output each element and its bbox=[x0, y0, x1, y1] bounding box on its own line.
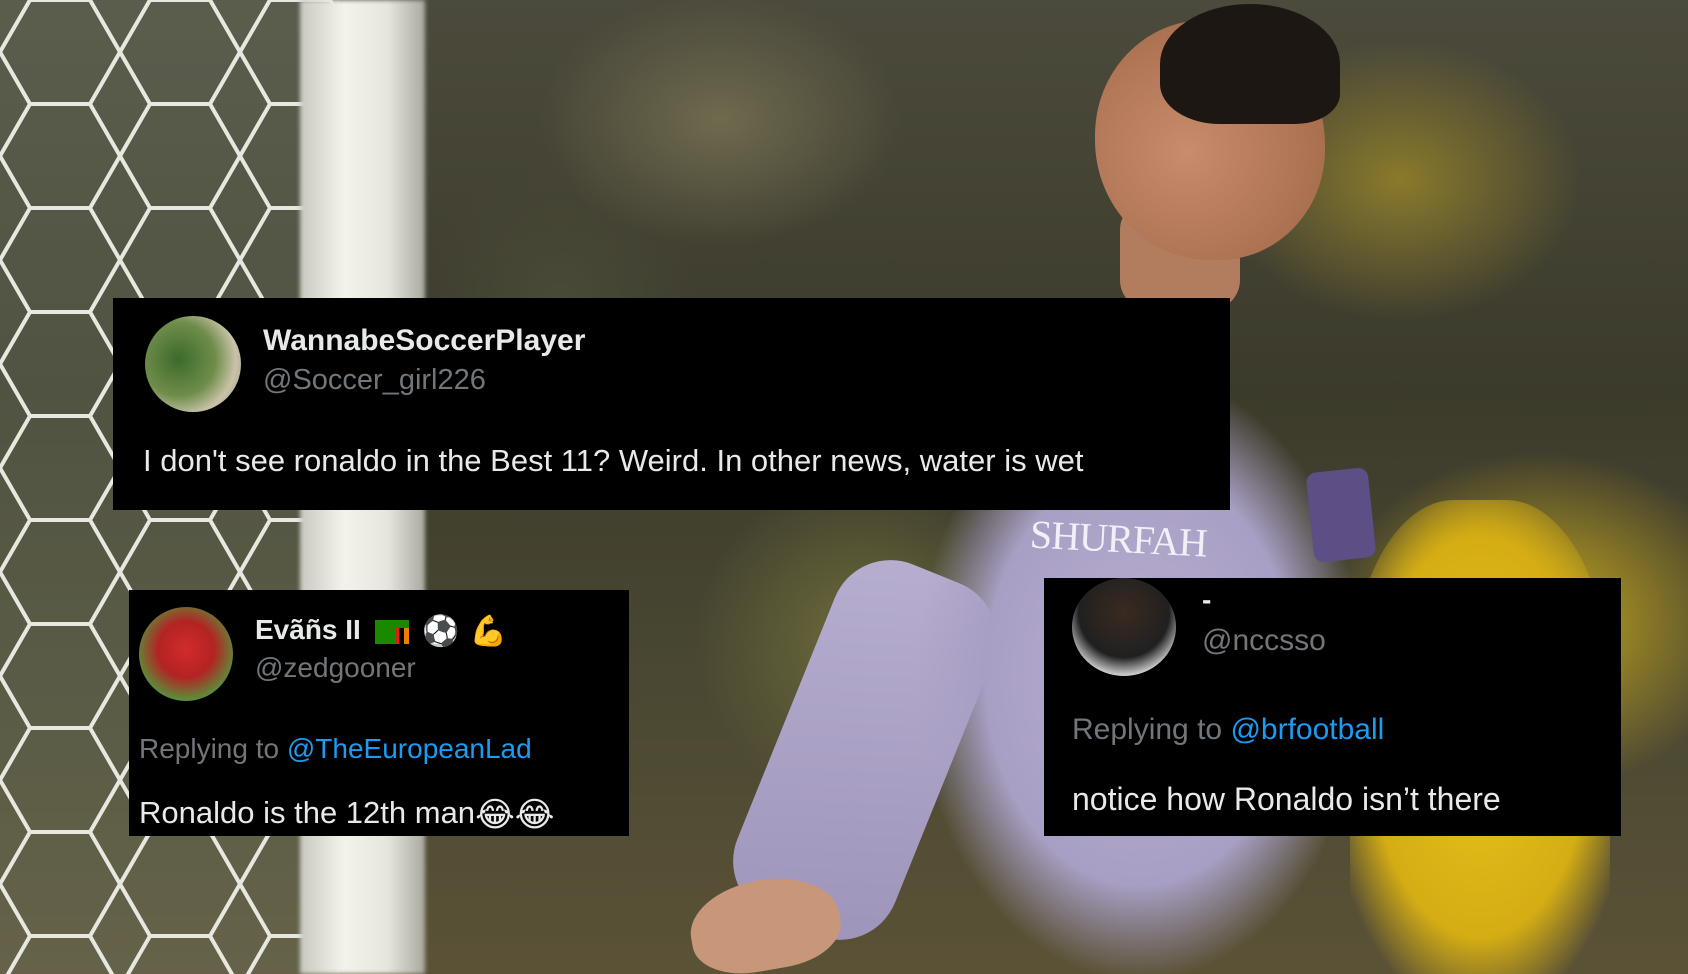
player-hair bbox=[1160, 4, 1340, 124]
tweet-card: - @nccsso Replying to @brfootball notice… bbox=[1044, 578, 1621, 836]
tweet-card: Evãñs II ⚽ 💪 @zedgooner Replying to @The… bbox=[129, 590, 629, 836]
flexed-biceps-icon: 💪 bbox=[469, 615, 507, 649]
shirt-sponsor-text: SHURFAH bbox=[1028, 511, 1208, 566]
tweet-text: I don't see ronaldo in the Best 11? Weir… bbox=[143, 443, 1084, 478]
avatar[interactable] bbox=[145, 316, 241, 412]
tweet-card: WannabeSoccerPlayer @Soccer_girl226 I do… bbox=[113, 298, 1230, 510]
display-name[interactable]: WannabeSoccerPlayer bbox=[263, 324, 585, 358]
reply-mention-link[interactable]: @TheEuropeanLad bbox=[287, 733, 532, 764]
display-name[interactable]: Evãñs II bbox=[255, 614, 361, 645]
avatar[interactable] bbox=[1072, 578, 1176, 676]
tweet-text-row: Ronaldo is the 12th man😂😂 bbox=[139, 795, 555, 835]
soccer-ball-icon: ⚽ bbox=[422, 615, 460, 649]
user-handle[interactable]: @Soccer_girl226 bbox=[263, 364, 486, 397]
reply-mention-link[interactable]: @brfootball bbox=[1230, 713, 1384, 746]
tears-of-joy-icon: 😂 bbox=[514, 796, 555, 834]
tweet-text: Ronaldo is the 12th man bbox=[139, 795, 476, 831]
reply-context: Replying to @TheEuropeanLad bbox=[139, 733, 532, 765]
avatar[interactable] bbox=[139, 607, 233, 701]
display-name[interactable]: - bbox=[1202, 584, 1211, 616]
sleeve-badge bbox=[1305, 467, 1377, 563]
tweet-text: notice how Ronaldo isn’t there bbox=[1072, 781, 1501, 817]
display-name-row: Evãñs II ⚽ 💪 bbox=[255, 614, 507, 649]
flag-zambia-icon bbox=[374, 619, 409, 644]
user-handle[interactable]: @nccsso bbox=[1202, 624, 1326, 658]
reply-prefix: Replying to bbox=[1072, 713, 1223, 746]
tears-of-joy-icon: 😂 bbox=[475, 796, 515, 834]
user-handle[interactable]: @zedgooner bbox=[255, 652, 416, 684]
reply-prefix: Replying to bbox=[139, 733, 280, 764]
reply-context: Replying to @brfootball bbox=[1072, 713, 1384, 747]
